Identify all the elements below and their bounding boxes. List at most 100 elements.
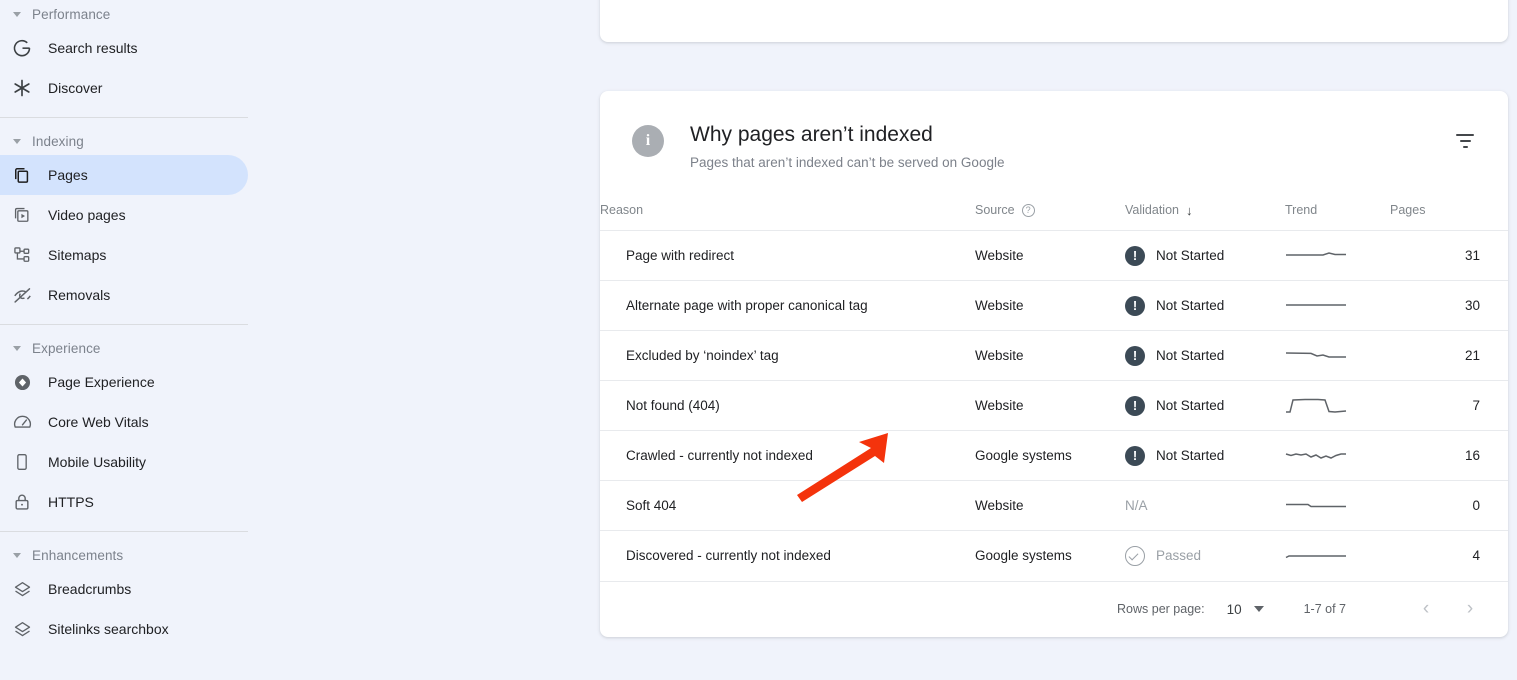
removals-eye-off-icon xyxy=(10,283,34,307)
page-subtitle: Pages that aren’t indexed can’t be serve… xyxy=(690,155,1005,170)
sidebar-item-label: Pages xyxy=(48,167,88,183)
sidebar-section-performance[interactable]: Performance xyxy=(0,0,270,28)
warning-badge-icon xyxy=(1125,395,1145,416)
trend-sparkline xyxy=(1286,303,1346,306)
cell-source: Website xyxy=(975,480,1125,531)
status-badge: Passed xyxy=(1156,548,1202,564)
pages-copy-icon xyxy=(10,163,34,187)
sidebar-item-breadcrumbs[interactable]: Breadcrumbs xyxy=(0,569,248,609)
sidebar-item-label: Core Web Vitals xyxy=(48,414,149,430)
column-header-source-label: Source xyxy=(975,203,1015,217)
sidebar-item-label: HTTPS xyxy=(48,494,94,510)
column-header-pages-label: Pages xyxy=(1390,203,1426,217)
sidebar-item-search-results[interactable]: Search results xyxy=(0,28,248,68)
sidebar-section-indexing[interactable]: Indexing xyxy=(0,127,270,155)
sidebar-item-label: Search results xyxy=(48,40,138,56)
table-body: Page with redirect Website Not Started xyxy=(600,230,1508,581)
sidebar-item-mobile-usability[interactable]: Mobile Usability xyxy=(0,442,248,482)
warning-badge-icon xyxy=(1125,245,1145,266)
trend-sparkline xyxy=(1286,503,1346,507)
sidebar: Performance Search results Discover Inde… xyxy=(0,0,270,680)
table-row[interactable]: Excluded by ‘noindex’ tag Website Not St… xyxy=(600,330,1508,381)
status-badge: Not Started xyxy=(1156,298,1225,313)
sidebar-section-enhancements[interactable]: Enhancements xyxy=(0,541,270,569)
sidebar-section-label: Indexing xyxy=(32,133,84,149)
cell-trend xyxy=(1285,430,1390,481)
cell-validation: Not Started xyxy=(1125,430,1285,481)
sidebar-section-experience[interactable]: Experience xyxy=(0,334,270,362)
status-badge: Not Started xyxy=(1156,348,1225,363)
cell-trend xyxy=(1285,530,1390,581)
cell-trend xyxy=(1285,380,1390,431)
chevron-down-icon[interactable] xyxy=(1253,606,1264,612)
next-page-button[interactable]: › xyxy=(1456,595,1484,623)
table-row[interactable]: Alternate page with proper canonical tag… xyxy=(600,280,1508,331)
layers-icon xyxy=(10,577,34,601)
column-header-source[interactable]: Source ? xyxy=(975,203,1125,231)
cell-validation: Not Started xyxy=(1125,330,1285,381)
trend-sparkline xyxy=(1285,555,1346,558)
cell-validation: Not Started xyxy=(1125,230,1285,281)
mobile-phone-icon xyxy=(10,450,34,474)
card-header-text: Why pages aren’t indexed Pages that aren… xyxy=(690,122,1448,172)
cell-trend xyxy=(1285,280,1390,331)
trend-sparkline xyxy=(1286,251,1346,256)
table-header: Reason Source ? Validation ↓ Trend Pages xyxy=(600,203,1508,231)
status-badge: N/A xyxy=(1125,498,1148,513)
table-row[interactable]: Crawled - currently not indexed Google s… xyxy=(600,430,1508,481)
layers-icon xyxy=(10,617,34,641)
pagination-range: 1-7 of 7 xyxy=(1303,602,1346,616)
trend-sparkline xyxy=(1285,351,1346,358)
cell-reason: Crawled - currently not indexed xyxy=(600,430,975,481)
sidebar-item-label: Video pages xyxy=(48,207,126,223)
table-header-row: Reason Source ? Validation ↓ Trend Pages xyxy=(600,203,1508,231)
sidebar-item-page-experience[interactable]: Page Experience xyxy=(0,362,248,402)
column-header-trend[interactable]: Trend xyxy=(1285,203,1390,231)
previous-page-button[interactable]: ‹ xyxy=(1412,595,1440,623)
cell-source: Google systems xyxy=(975,430,1125,481)
column-header-pages[interactable]: Pages xyxy=(1390,203,1508,231)
page-title: Why pages aren’t indexed xyxy=(690,123,933,146)
sidebar-item-pages[interactable]: Pages xyxy=(0,155,248,195)
rows-per-page-value[interactable]: 10 xyxy=(1227,602,1242,617)
table-row[interactable]: Page with redirect Website Not Started xyxy=(600,230,1508,281)
cell-reason: Not found (404) xyxy=(600,380,975,431)
sidebar-item-core-web-vitals[interactable]: Core Web Vitals xyxy=(0,402,248,442)
new-data-card[interactable]: New data about indexed pages › xyxy=(600,0,1508,42)
warning-badge-icon xyxy=(1125,445,1145,466)
table-row[interactable]: Soft 404 Website N/A 0 xyxy=(600,480,1508,531)
sidebar-section-label: Performance xyxy=(32,6,111,22)
trend-sparkline xyxy=(1286,398,1347,413)
table-footer: Rows per page: 10 1-7 of 7 ‹ › xyxy=(600,580,1508,637)
table-row[interactable]: Discovered - currently not indexed Googl… xyxy=(600,530,1508,581)
sidebar-item-removals[interactable]: Removals xyxy=(0,275,248,315)
column-header-validation[interactable]: Validation ↓ xyxy=(1125,203,1285,231)
help-icon[interactable]: ? xyxy=(1021,203,1035,217)
trend-sparkline xyxy=(1285,452,1346,459)
sidebar-item-label: Page Experience xyxy=(48,374,155,390)
cell-pages: 31 xyxy=(1390,230,1508,281)
sidebar-divider xyxy=(0,324,248,325)
search-console-page: Performance Search results Discover Inde… xyxy=(0,0,1517,680)
table-row[interactable]: Not found (404) Website Not Started xyxy=(600,380,1508,431)
filter-icon[interactable] xyxy=(1448,124,1482,158)
sidebar-item-discover[interactable]: Discover xyxy=(0,68,248,108)
sidebar-item-https[interactable]: HTTPS xyxy=(0,482,248,522)
sidebar-item-video-pages[interactable]: Video pages xyxy=(0,195,248,235)
card-header: i Why pages aren’t indexed Pages that ar… xyxy=(600,91,1508,172)
column-header-reason[interactable]: Reason xyxy=(600,203,975,231)
status-badge: Not Started xyxy=(1156,448,1225,463)
sidebar-item-label: Sitemaps xyxy=(48,247,107,263)
indexing-reasons-table: Reason Source ? Validation ↓ Trend Pages… xyxy=(600,203,1508,581)
sidebar-divider xyxy=(0,117,248,118)
sitemaps-hierarchy-icon xyxy=(10,243,34,267)
cell-trend xyxy=(1285,480,1390,531)
warning-badge-icon xyxy=(1125,345,1145,366)
sidebar-item-sitelinks-searchbox[interactable]: Sitelinks searchbox xyxy=(0,609,248,649)
lock-icon xyxy=(10,490,34,514)
why-pages-arent-indexed-card: i Why pages aren’t indexed Pages that ar… xyxy=(600,91,1508,637)
sidebar-item-label: Discover xyxy=(48,80,103,96)
sidebar-item-sitemaps[interactable]: Sitemaps xyxy=(0,235,248,275)
sidebar-section-label: Enhancements xyxy=(32,547,124,563)
sidebar-divider xyxy=(0,531,248,532)
